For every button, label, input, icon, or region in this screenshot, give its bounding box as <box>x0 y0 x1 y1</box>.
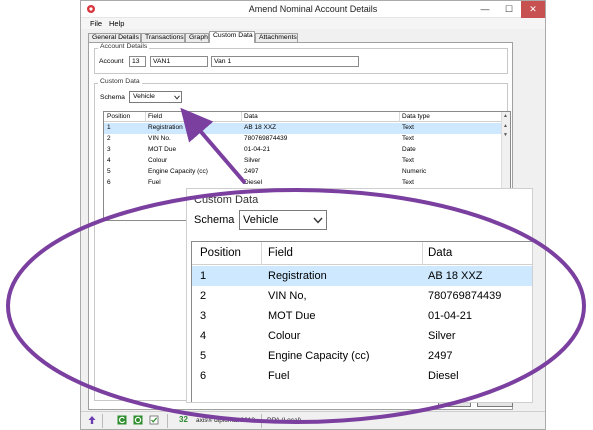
account-name-field[interactable]: Van 1 <box>211 56 359 67</box>
zoom-row-data: 2497 <box>428 350 453 362</box>
row-type: Text <box>402 157 414 164</box>
zoom-schema-select-value: Vehicle <box>243 214 279 226</box>
row-position: 1 <box>107 124 111 131</box>
zoom-row-position: 5 <box>200 350 207 362</box>
row-type: Text <box>402 124 414 131</box>
zoom-row-data: AB 18 XXZ <box>428 270 483 282</box>
row-data: Silver <box>244 157 261 164</box>
grid-row[interactable]: 4 Colour Silver Text <box>104 156 502 167</box>
row-field: Colour <box>148 157 168 164</box>
zoom-col-position[interactable]: Position <box>200 247 241 259</box>
row-type: Numeric <box>402 168 427 175</box>
zoom-row-field: Registration <box>268 270 327 282</box>
zoom-row-data: Silver <box>428 330 456 342</box>
zoom-row-position: 1 <box>200 270 207 282</box>
minimize-button[interactable]: — <box>473 1 497 18</box>
row-position: 6 <box>107 179 111 186</box>
zoom-row-position: 2 <box>200 290 207 302</box>
schema-select-value: Vehicle <box>133 93 155 100</box>
col-data-type[interactable]: Data type <box>402 113 430 120</box>
zoom-schema-select[interactable]: Vehicle <box>239 210 327 230</box>
row-data: 780769874439 <box>244 135 288 142</box>
status-database: DPA (Local) <box>267 417 302 424</box>
custom-data-legend: Custom Data <box>98 78 142 85</box>
zoom-schema-label: Schema <box>194 214 235 226</box>
zoom-custom-data-legend: Custom Data <box>194 194 259 206</box>
account-code-field[interactable]: VAN1 <box>150 56 208 67</box>
chevron-down-icon <box>313 217 323 224</box>
zoom-row-field: Colour <box>268 330 301 342</box>
row-position: 4 <box>107 157 111 164</box>
row-position: 5 <box>107 168 111 175</box>
checklist-icon[interactable] <box>149 415 159 425</box>
row-field: MOT Due <box>148 146 177 153</box>
row-data: Diesel <box>244 179 263 186</box>
col-position[interactable]: Position <box>107 113 130 120</box>
account-details-legend: Account Details <box>98 43 150 50</box>
zoom-col-field[interactable]: Field <box>268 247 293 259</box>
scroll-up-icon[interactable]: ▲ <box>503 113 508 119</box>
zoom-row-position: 6 <box>200 370 207 382</box>
zoom-custom-data-grid[interactable]: Position Field Data 1 Registration AB 18… <box>191 241 532 402</box>
row-data: 2497 <box>244 168 259 175</box>
zoom-row-position: 4 <box>200 330 207 342</box>
maximize-button[interactable]: ☐ <box>497 1 521 18</box>
zoom-grid-row[interactable]: 6 Fuel Diesel <box>192 366 532 386</box>
zoom-row-data: Diesel <box>428 370 459 382</box>
menu-file[interactable]: File <box>90 19 102 28</box>
row-position: 2 <box>107 135 111 142</box>
zoom-row-data: 780769874439 <box>428 290 502 302</box>
zoom-row-field: Fuel <box>268 370 290 382</box>
grid-row[interactable]: 5 Engine Capacity (cc) 2497 Numeric <box>104 167 502 178</box>
row-data: 01-04-21 <box>244 146 271 153</box>
magnified-custom-data: Custom Data Schema Vehicle Position Fiel… <box>186 188 533 403</box>
zoom-row-position: 3 <box>200 310 207 322</box>
title-bar[interactable]: Amend Nominal Account Details — ☐ ✕ <box>81 1 545 18</box>
refresh-icon[interactable] <box>117 415 127 425</box>
row-type: Text <box>402 179 414 186</box>
col-field[interactable]: Field <box>148 113 162 120</box>
menu-bar: File Help <box>81 18 545 29</box>
close-button[interactable]: ✕ <box>521 1 545 18</box>
zoom-row-field: MOT Due <box>268 310 316 322</box>
chevron-down-icon <box>174 95 180 100</box>
zoom-grid-row[interactable]: 2 VIN No, 780769874439 <box>192 286 532 306</box>
schema-label: Schema <box>100 94 125 101</box>
status-bar: 32 axis® diplomat 2018 DPA (Local) <box>81 411 545 429</box>
zoom-row-data: 01-04-21 <box>428 310 473 322</box>
row-type: Date <box>402 146 416 153</box>
row-field: Registration <box>148 124 183 131</box>
grid-row[interactable]: 1 Registration AB 18 XXZ Text <box>104 123 502 134</box>
grid-header: Position Field Data Data type <box>104 112 502 122</box>
schema-select[interactable]: Vehicle <box>129 91 182 103</box>
row-field: VIN No. <box>148 135 171 142</box>
zoom-row-field: VIN No, <box>268 290 307 302</box>
status-count: 32 <box>179 415 188 424</box>
scroll-mid-up-icon[interactable]: ▲ <box>503 123 508 129</box>
zoom-col-data[interactable]: Data <box>428 247 452 259</box>
row-field: Fuel <box>148 179 161 186</box>
zoom-grid-row[interactable]: 3 MOT Due 01-04-21 <box>192 306 532 326</box>
account-label: Account <box>99 58 124 65</box>
grid-row[interactable]: 3 MOT Due 01-04-21 Date <box>104 145 502 156</box>
row-data: AB 18 XXZ <box>244 124 277 131</box>
row-field: Engine Capacity (cc) <box>148 168 208 175</box>
scroll-mid-down-icon[interactable]: ▼ <box>503 132 508 138</box>
zoom-grid-row[interactable]: 5 Engine Capacity (cc) 2497 <box>192 346 532 366</box>
status-product: axis® diplomat 2018 <box>196 417 255 424</box>
col-data[interactable]: Data <box>244 113 258 120</box>
row-position: 3 <box>107 146 111 153</box>
zoom-row-field: Engine Capacity (cc) <box>268 350 370 362</box>
sync-icon[interactable] <box>133 415 143 425</box>
row-type: Text <box>402 135 414 142</box>
tab-custom-data[interactable]: Custom Data <box>209 31 255 43</box>
arrow-up-icon[interactable] <box>87 415 97 425</box>
zoom-grid-row[interactable]: 1 Registration AB 18 XXZ <box>192 266 532 286</box>
zoom-grid-header: Position Field Data <box>192 242 532 265</box>
account-number-field[interactable]: 13 <box>129 56 146 67</box>
zoom-grid-row[interactable]: 4 Colour Silver <box>192 326 532 346</box>
menu-help[interactable]: Help <box>109 19 124 28</box>
grid-row[interactable]: 2 VIN No. 780769874439 Text <box>104 134 502 145</box>
